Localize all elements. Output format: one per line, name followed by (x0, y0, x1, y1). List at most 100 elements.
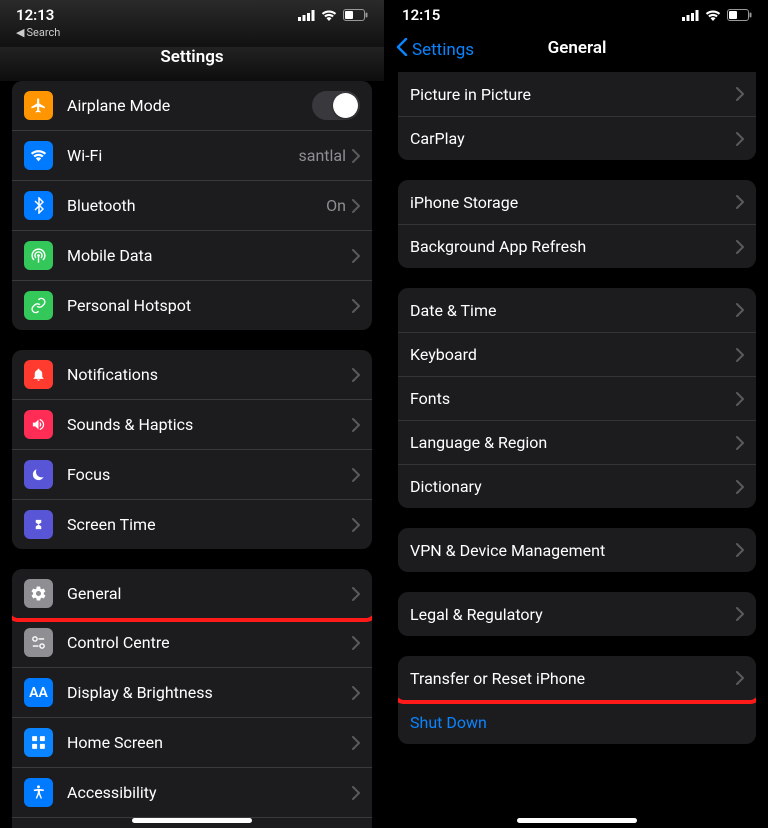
header: Settings General (386, 28, 768, 72)
status-right (682, 9, 752, 21)
header: Settings (0, 47, 384, 81)
legal-regulatory-row[interactable]: Legal & Regulatory (398, 592, 756, 636)
settings-group: Picture in Picture CarPlay (398, 72, 756, 160)
page-title: Settings (160, 47, 223, 67)
sounds-haptics-row[interactable]: Sounds & Haptics (12, 399, 372, 449)
chevron-right-icon (352, 468, 360, 482)
bluetooth-icon (24, 191, 53, 220)
chevron-right-icon (352, 249, 360, 263)
chevron-right-icon (352, 418, 360, 432)
transfer-or-reset-iphone-row[interactable]: Transfer or Reset iPhone (398, 656, 756, 700)
back-to-search[interactable]: ◀ Search (0, 26, 384, 45)
chevron-right-icon (352, 368, 360, 382)
chevron-right-icon (352, 149, 360, 163)
vpn-device-management-row[interactable]: VPN & Device Management (398, 528, 756, 572)
row-label: Screen Time (67, 515, 352, 534)
status-wrap: 12:13 ◀ Search (0, 0, 384, 47)
chevron-right-icon (352, 199, 360, 213)
shut-down-row[interactable]: Shut Down (398, 700, 756, 744)
home-indicator[interactable] (517, 818, 637, 823)
row-label: Accessibility (67, 783, 352, 802)
control-centre-row[interactable]: Control Centre (12, 618, 372, 667)
accessibility-icon (24, 778, 53, 807)
status-time: 12:13 (16, 6, 54, 24)
general-row[interactable]: General (12, 569, 372, 618)
accessibility-row[interactable]: Accessibility (12, 767, 372, 817)
chevron-right-icon (736, 303, 744, 317)
row-label: Dictionary (410, 477, 736, 496)
moon-icon (24, 460, 53, 489)
settings-group: Airplane Mode Wi-FisantlalBluetoothOn Mobi… (12, 81, 372, 330)
language-region-row[interactable]: Language & Region (398, 420, 756, 464)
wifi-icon (705, 10, 721, 21)
general-screen: 12:15 Settings General Picture in Pictur… (384, 0, 768, 828)
dictionary-row[interactable]: Dictionary (398, 464, 756, 508)
toggle-knob (333, 93, 358, 118)
cellular-signal-icon (298, 10, 315, 21)
row-label: Home Screen (67, 733, 352, 752)
focus-row[interactable]: Focus (12, 449, 372, 499)
row-label: Legal & Regulatory (410, 605, 736, 624)
row-label: Notifications (67, 365, 352, 384)
bluetooth-row[interactable]: BluetoothOn (12, 180, 372, 230)
iphone-storage-row[interactable]: iPhone Storage (398, 180, 756, 224)
mobile-data-row[interactable]: Mobile Data (12, 230, 372, 280)
row-label: Airplane Mode (67, 96, 312, 115)
row-label: Wi-Fi (67, 146, 298, 165)
back-button[interactable]: Settings (396, 38, 474, 61)
chevron-right-icon (352, 686, 360, 700)
row-label: Personal Hotspot (67, 296, 352, 315)
hourglass-icon (24, 510, 53, 539)
chevron-right-icon (736, 195, 744, 209)
chevron-right-icon (352, 299, 360, 313)
bell-icon (24, 360, 53, 389)
chevron-right-icon (352, 518, 360, 532)
chevron-right-icon (352, 587, 360, 601)
chevron-right-icon (736, 607, 744, 621)
personal-hotspot-row[interactable]: Personal Hotspot (12, 280, 372, 330)
toggle-switch[interactable] (312, 91, 360, 120)
status-bar: 12:15 (386, 0, 768, 26)
row-label: Display & Brightness (67, 683, 352, 702)
chevron-right-icon (352, 786, 360, 800)
settings-group: General Control Centre AADisplay & Brightn… (12, 569, 372, 828)
keyboard-row[interactable]: Keyboard (398, 332, 756, 376)
airplane-mode-row[interactable]: Airplane Mode (12, 81, 372, 130)
status-time: 12:15 (402, 6, 440, 24)
row-label: Control Centre (67, 633, 352, 652)
date-time-row[interactable]: Date & Time (398, 288, 756, 332)
status-right (298, 9, 368, 21)
row-label: Sounds & Haptics (67, 415, 352, 434)
row-label: Mobile Data (67, 246, 352, 265)
status-bar: 12:13 (0, 0, 384, 26)
settings-group: VPN & Device Management (398, 528, 756, 572)
switches-icon (24, 628, 53, 657)
chevron-right-icon (736, 87, 744, 101)
fonts-row[interactable]: Fonts (398, 376, 756, 420)
battery-icon (727, 9, 752, 21)
speaker-icon (24, 410, 53, 439)
row-label: CarPlay (410, 129, 736, 148)
settings-group: Date & TimeKeyboardFonts Language & Regio… (398, 288, 756, 508)
airplane-icon (24, 91, 53, 120)
settings-group: iPhone StorageBackground App Refresh (398, 180, 756, 268)
chevron-right-icon (352, 636, 360, 650)
general-groups: Picture in Picture CarPlay iPhone StorageB… (386, 72, 768, 828)
back-label: Settings (412, 40, 474, 60)
chevron-right-icon (736, 543, 744, 557)
screen-time-row[interactable]: Screen Time (12, 499, 372, 549)
notifications-row[interactable]: Notifications (12, 350, 372, 399)
background-app-refresh-row[interactable]: Background App Refresh (398, 224, 756, 268)
picture-in-picture-row[interactable]: Picture in Picture (398, 72, 756, 116)
home-screen-row[interactable]: Home Screen (12, 717, 372, 767)
battery-icon (343, 9, 368, 21)
display-brightness-row[interactable]: AADisplay & Brightness (12, 667, 372, 717)
settings-group: Notifications Sounds & Haptics Focus Screen… (12, 350, 372, 549)
row-label: Language & Region (410, 433, 736, 452)
gear-icon (24, 579, 53, 608)
chevron-right-icon (736, 132, 744, 146)
home-indicator[interactable] (132, 818, 252, 823)
wifi-row[interactable]: Wi-Fisantlal (12, 130, 372, 180)
carplay-row[interactable]: CarPlay (398, 116, 756, 160)
antenna-icon (24, 241, 53, 270)
